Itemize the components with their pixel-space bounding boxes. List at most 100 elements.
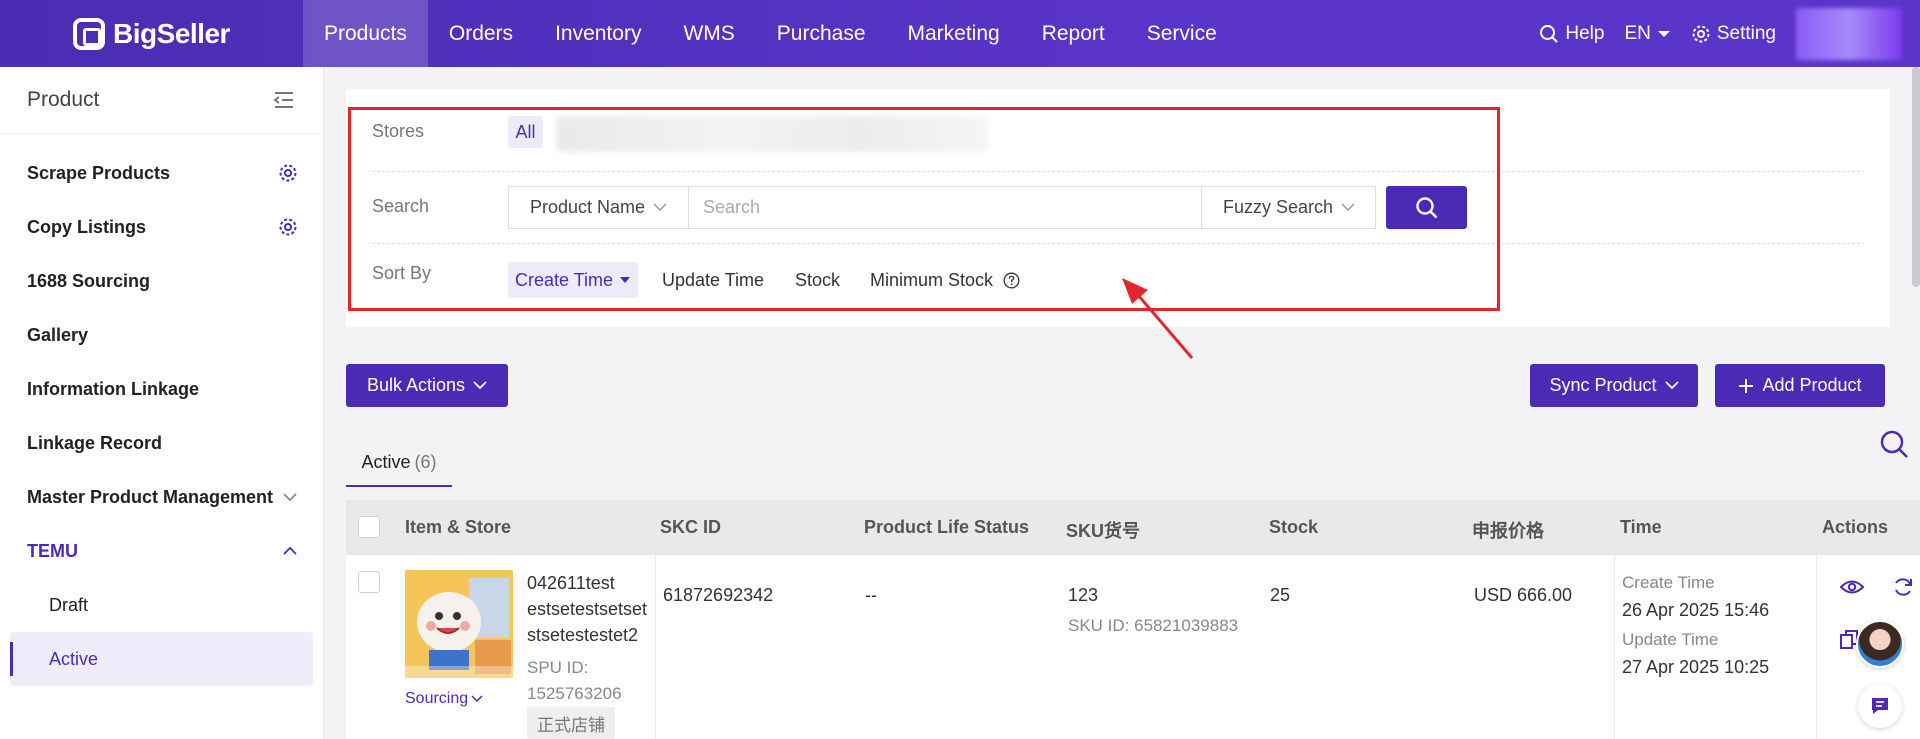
row-checkbox[interactable] <box>358 571 380 593</box>
sidebar-item-label: Copy Listings <box>27 216 147 237</box>
column-header-sku: SKU货号 <box>1066 521 1141 541</box>
nav-service[interactable]: Service <box>1126 0 1238 67</box>
help-label: Help <box>1565 22 1605 44</box>
sidebar-item-label: 1688 Sourcing <box>27 270 151 291</box>
sync-icon[interactable] <box>1892 576 1914 598</box>
chevron-down-icon <box>471 695 483 703</box>
setting-link[interactable]: Setting <box>1681 23 1786 45</box>
support-agent-avatar[interactable] <box>1856 620 1904 668</box>
sidebar-item-draft[interactable]: Draft <box>0 578 323 632</box>
page-scrollbar[interactable] <box>1912 67 1920 287</box>
sidebar-item-label: Linkage Record <box>27 432 163 453</box>
column-header-declared-price: 申报价格 <box>1472 521 1544 541</box>
nav-products[interactable]: Products <box>303 0 428 67</box>
brand-logo[interactable]: BigSeller <box>0 0 303 67</box>
sidebar-item-linkage-record[interactable]: Linkage Record <box>0 416 323 470</box>
spu-id-label: SPU ID: <box>527 658 589 677</box>
title-line: estsetestsetset <box>527 599 648 619</box>
sidebar-item-label: Active <box>49 648 99 669</box>
plus-icon <box>1739 378 1754 393</box>
nav-report[interactable]: Report <box>1021 0 1126 67</box>
nav-purchase[interactable]: Purchase <box>756 0 887 67</box>
skc-id-value: 61872692342 <box>663 585 774 605</box>
sidebar-title: Product <box>27 88 100 111</box>
sidebar-item-scrape-products[interactable]: Scrape Products <box>0 146 323 200</box>
sourcing-label: Sourcing <box>405 690 469 707</box>
update-time-value: 27 Apr 2025 10:25 <box>1622 657 1770 677</box>
sidebar-item-label: Gallery <box>27 324 89 345</box>
sidebar-item-temu[interactable]: TEMU <box>0 524 323 578</box>
product-thumbnail[interactable] <box>405 570 513 678</box>
sidebar-item-gallery[interactable]: Gallery <box>0 308 323 362</box>
column-header-actions: Actions <box>1822 517 1889 537</box>
sidebar-header: Product <box>0 67 323 134</box>
sku-value: 123 <box>1068 585 1099 605</box>
top-navigation: BigSeller Products Orders Inventory WMS … <box>0 0 1920 67</box>
nav-wms[interactable]: WMS <box>662 0 755 67</box>
sidebar-item-information-linkage[interactable]: Information Linkage <box>0 362 323 416</box>
language-select[interactable]: EN <box>1614 23 1680 45</box>
add-product-button[interactable]: Add Product <box>1715 364 1885 407</box>
column-divider <box>655 555 656 739</box>
search-icon <box>1540 24 1559 43</box>
column-header-item-store: Item & Store <box>405 517 512 537</box>
column-divider <box>1816 555 1817 739</box>
nav-marketing[interactable]: Marketing <box>887 0 1021 67</box>
view-icon[interactable] <box>1840 578 1864 596</box>
tab-label: Active <box>361 452 411 472</box>
chat-button[interactable] <box>1858 684 1902 728</box>
sidebar-item-label: TEMU <box>27 540 78 561</box>
sync-product-button[interactable]: Sync Product <box>1530 364 1698 407</box>
add-product-label: Add Product <box>1762 375 1862 395</box>
sidebar-item-label: Scrape Products <box>27 162 171 183</box>
title-line: stsetestestet2 <box>527 625 639 645</box>
gear-icon[interactable] <box>278 163 298 183</box>
nav-right: Help EN Setting <box>1529 0 1920 67</box>
sidebar-item-active[interactable]: Active <box>10 632 313 686</box>
chevron-up-icon <box>283 546 297 555</box>
chevron-down-icon <box>283 493 297 502</box>
spu-id: SPU ID: 1525763206 <box>527 655 622 707</box>
title-line: 042611test <box>527 573 615 593</box>
sourcing-dropdown[interactable]: Sourcing <box>405 690 483 708</box>
chat-icon <box>1872 698 1888 714</box>
column-divider <box>1614 555 1615 739</box>
sku-id-value: SKU ID: 65821039883 <box>1068 616 1239 635</box>
annotation-arrow-icon <box>1122 278 1194 359</box>
search-icon[interactable] <box>1878 428 1910 460</box>
product-title[interactable]: 042611test estsetestsetset stsetestestet… <box>527 570 647 648</box>
select-all-checkbox[interactable] <box>358 516 380 538</box>
language-label: EN <box>1624 22 1651 44</box>
store-badge: 正式店铺 <box>527 707 615 739</box>
tab-active[interactable]: Active (6) <box>346 440 452 487</box>
price-value: USD 666.00 <box>1474 585 1573 605</box>
sidebar-item-master-product-management[interactable]: Master Product Management <box>0 470 323 524</box>
column-header-skc-id: SKC ID <box>660 517 722 537</box>
stock-value: 25 <box>1270 585 1291 605</box>
sidebar: Product Scrape Products Copy Listings 16… <box>0 67 324 739</box>
highlight-box <box>348 107 1500 311</box>
sidebar-item-1688-sourcing[interactable]: 1688 Sourcing <box>0 254 323 308</box>
user-avatar[interactable] <box>1796 7 1902 60</box>
sidebar-item-copy-listings[interactable]: Copy Listings <box>0 200 323 254</box>
create-time-label: Create Time <box>1622 573 1715 592</box>
setting-label: Setting <box>1716 22 1776 44</box>
update-time-label: Update Time <box>1622 630 1719 649</box>
column-header-stock: Stock <box>1269 517 1319 537</box>
bulk-actions-button[interactable]: Bulk Actions <box>346 364 508 407</box>
gear-icon[interactable] <box>278 217 298 237</box>
chevron-down-icon <box>473 381 487 390</box>
help-link[interactable]: Help <box>1529 23 1614 45</box>
sidebar-item-label: Master Product Management <box>27 486 274 507</box>
sidebar-item-label: Information Linkage <box>27 378 200 399</box>
chevron-down-icon <box>1664 381 1679 390</box>
nav-inventory[interactable]: Inventory <box>534 0 662 67</box>
gear-icon <box>1692 25 1710 42</box>
nav-orders[interactable]: Orders <box>428 0 534 67</box>
sidebar-item-label: Draft <box>49 594 89 615</box>
spu-id-value: 1525763206 <box>527 684 622 703</box>
product-image <box>405 570 513 678</box>
table-header: Item & Store SKC ID Product Life Status … <box>346 500 1920 555</box>
brand-name: BigSeller <box>113 17 230 49</box>
collapse-sidebar-icon[interactable] <box>273 91 295 109</box>
